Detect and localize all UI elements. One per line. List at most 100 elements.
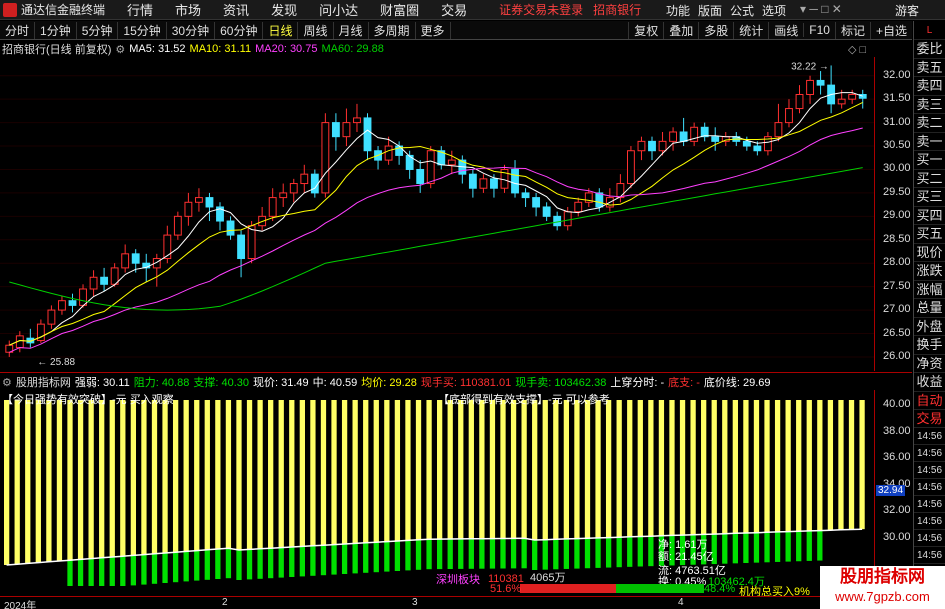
indicator-bar	[341, 400, 348, 544]
settings-gear-icon[interactable]: ⚙	[115, 43, 125, 56]
indicator-bar	[437, 400, 443, 540]
indicator-bar	[732, 400, 738, 534]
side-item-10[interactable]: 买五	[914, 225, 945, 244]
tab-fenshi[interactable]: 分时	[0, 21, 36, 39]
tab-60min[interactable]: 60分钟	[215, 21, 264, 39]
indicator-green-bar	[99, 557, 105, 586]
side-item-18[interactable]: 收益	[914, 373, 945, 392]
candle-body	[79, 288, 87, 306]
indicator-bar	[605, 400, 612, 538]
indicator-name: 股朋指标网	[15, 377, 71, 389]
tab-15min[interactable]: 15分钟	[118, 21, 167, 39]
ma5-line	[9, 92, 863, 346]
period-toolbar: 分时 1分钟 5分钟 15分钟 30分钟 60分钟 日线 周线 月线 多周期 更…	[0, 21, 912, 40]
fuquan-button[interactable]: 复权	[628, 21, 663, 39]
side-top-label[interactable]: L	[914, 21, 945, 40]
indicator-green-bar	[310, 545, 316, 576]
side-item-9[interactable]: 买四	[914, 207, 945, 225]
tab-weekly[interactable]: 周线	[298, 21, 334, 39]
tab-1min[interactable]: 1分钟	[35, 21, 77, 39]
side-item-2[interactable]: 卖四	[914, 77, 945, 96]
menu-gongshi[interactable]: 公式	[730, 2, 754, 19]
side-item-14[interactable]: 总量	[914, 299, 945, 318]
side-item-8[interactable]: 买三	[914, 188, 945, 207]
ma-legend: 招商银行(日线 前复权) ⚙ MA5: 31.52 MA10: 31.11 MA…	[0, 41, 384, 57]
price-tick-9: 27.50	[883, 279, 911, 292]
side-item-13[interactable]: 涨幅	[914, 281, 945, 299]
menu-faxian[interactable]: 发现	[271, 0, 297, 19]
indicator-bar	[246, 400, 253, 550]
indicator-green-bar	[743, 533, 749, 563]
f10-button[interactable]: F10	[803, 23, 835, 37]
indicator-green-bar	[77, 559, 84, 586]
indicator-green-bar	[215, 549, 221, 579]
side-item-4[interactable]: 卖二	[914, 114, 945, 133]
side-item-6[interactable]: 买一	[914, 151, 945, 170]
tab-5min[interactable]: 5分钟	[77, 21, 119, 39]
year-label: 2024年	[4, 601, 37, 609]
candle-body	[816, 79, 825, 86]
side-item-7[interactable]: 买二	[914, 170, 945, 188]
price-tick-4: 30.00	[883, 162, 911, 175]
side-item-17[interactable]: 净资	[914, 355, 945, 373]
menu-banmian[interactable]: 版面	[698, 2, 722, 19]
menu-xuanxiang[interactable]: 选项	[762, 2, 786, 19]
side-item-3[interactable]: 卖三	[914, 96, 945, 114]
candlestick-chart[interactable]: 32.22 → ← 25.88	[0, 57, 874, 371]
side-item-11[interactable]: 现价	[914, 244, 945, 262]
indicator-bar	[595, 400, 601, 538]
overlay-button[interactable]: 叠加	[663, 21, 698, 39]
side-item-1[interactable]: 卖五	[914, 59, 945, 77]
indicator-item-4: 中: 40.59	[312, 377, 358, 389]
mark-button[interactable]: 标记	[834, 21, 870, 39]
add-watchlist-button[interactable]: +自选	[869, 21, 912, 39]
indicator-bar	[151, 400, 158, 554]
candle-body	[785, 108, 793, 124]
menu-gongneng[interactable]: 功能	[666, 2, 690, 19]
multi-stock-button[interactable]: 多股	[698, 21, 733, 39]
indicator-gear-icon[interactable]: ⚙	[2, 376, 12, 389]
stats-button[interactable]: 统计	[733, 21, 768, 39]
tab-multi-period[interactable]: 多周期	[369, 21, 416, 39]
side-item-16[interactable]: 换手	[914, 336, 945, 355]
menu-shichang[interactable]: 市场	[175, 0, 201, 19]
tab-monthly[interactable]: 月线	[334, 21, 369, 39]
indicator-bar	[77, 400, 84, 560]
indicator-item-2: 支撑: 40.30	[193, 377, 249, 389]
side-item-15[interactable]: 外盘	[914, 318, 945, 336]
indicator-item-9: 底支: -	[668, 377, 700, 389]
indicator-chart[interactable]	[0, 390, 874, 596]
trade-login-notice[interactable]: 证券交易未登录	[499, 1, 583, 18]
candle-body	[310, 173, 319, 194]
menu-caifuquan[interactable]: 财富圈	[380, 0, 419, 19]
guest-label[interactable]: 游客	[895, 2, 919, 19]
chart-expand-icon[interactable]: ◇ □	[848, 43, 866, 56]
indicator-bar	[183, 400, 189, 552]
menu-wenxiaoda[interactable]: 问小达	[319, 0, 358, 19]
side-item-5[interactable]: 卖一	[914, 133, 945, 151]
indicator-green-bar	[785, 531, 791, 562]
indicator-green-bar	[521, 538, 527, 569]
tab-30min[interactable]: 30分钟	[167, 21, 216, 39]
side-item-12[interactable]: 涨跌	[914, 262, 945, 281]
tab-daily[interactable]: 日线	[263, 21, 299, 39]
price-tick-12: 26.00	[883, 349, 911, 362]
side-item-20[interactable]: 交易	[914, 410, 945, 428]
menu-hangqing[interactable]: 行情	[127, 0, 153, 19]
side-item-19[interactable]: 自动	[914, 392, 945, 410]
tab-more[interactable]: 更多	[416, 21, 451, 39]
indicator-green-bar	[373, 542, 379, 573]
month-4-label: 4	[678, 597, 684, 608]
menu-jiaoyi[interactable]: 交易	[441, 0, 467, 19]
price-tick-11: 26.50	[883, 326, 911, 339]
candle-body	[353, 117, 361, 124]
indicator-bar	[257, 400, 263, 549]
menu-zixun[interactable]: 资讯	[223, 0, 249, 19]
draw-line-button[interactable]: 画线	[768, 21, 803, 39]
side-item-0[interactable]: 委比	[914, 40, 945, 59]
indicator-bar	[859, 400, 865, 530]
sector-label[interactable]: 深圳板块	[436, 571, 480, 587]
indicator-green-bar	[563, 538, 570, 569]
titlebar-controls[interactable]: ▾ ─ □ ✕	[800, 2, 842, 16]
indicator-item-10: 底价线: 29.69	[703, 377, 771, 389]
